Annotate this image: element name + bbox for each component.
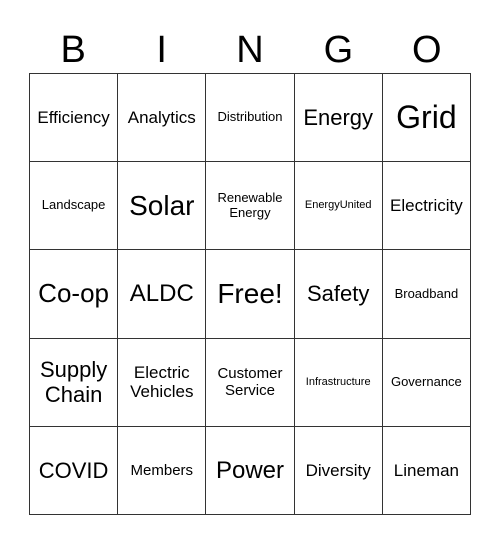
header-letter-n: N	[236, 29, 264, 71]
bingo-cell[interactable]: Members	[118, 426, 207, 515]
bingo-cell[interactable]: Analytics	[118, 74, 207, 163]
bingo-grid: Efficiency Analytics Distribution Energy…	[29, 73, 471, 515]
bingo-cell[interactable]: Co-op	[30, 250, 119, 339]
bingo-cell[interactable]: Renewable Energy	[206, 162, 295, 251]
bingo-cell[interactable]: Supply Chain	[30, 338, 119, 427]
bingo-cell[interactable]: Electricity	[382, 162, 471, 251]
bingo-cell[interactable]: Governance	[382, 338, 471, 427]
free-space[interactable]: Free!	[206, 250, 295, 339]
bingo-cell[interactable]: Broadband	[382, 250, 471, 339]
bingo-cell[interactable]: COVID	[30, 426, 119, 515]
bingo-cell[interactable]: ALDC	[118, 250, 207, 339]
bingo-cell[interactable]: Lineman	[382, 426, 471, 515]
bingo-cell[interactable]: Distribution	[206, 74, 295, 163]
bingo-cell[interactable]: Safety	[294, 250, 383, 339]
header-letter-i: I	[156, 29, 167, 71]
bingo-cell[interactable]: Electric Vehicles	[118, 338, 207, 427]
header-letter-g: G	[323, 29, 354, 71]
bingo-cell[interactable]: Landscape	[30, 162, 119, 251]
bingo-header: B I N G O	[29, 26, 471, 74]
header-letter-o: O	[412, 29, 442, 71]
bingo-cell[interactable]: Efficiency	[30, 74, 119, 163]
bingo-cell[interactable]: Power	[206, 426, 295, 515]
header-letter-b: B	[60, 29, 86, 71]
bingo-cell[interactable]: Solar	[118, 162, 207, 251]
bingo-cell[interactable]: Grid	[382, 74, 471, 163]
bingo-cell[interactable]: Energy	[294, 74, 383, 163]
bingo-cell[interactable]: Infrastructure	[294, 338, 383, 427]
bingo-cell[interactable]: EnergyUnited	[294, 162, 383, 251]
bingo-cell[interactable]: Customer Service	[206, 338, 295, 427]
bingo-cell[interactable]: Diversity	[294, 426, 383, 515]
